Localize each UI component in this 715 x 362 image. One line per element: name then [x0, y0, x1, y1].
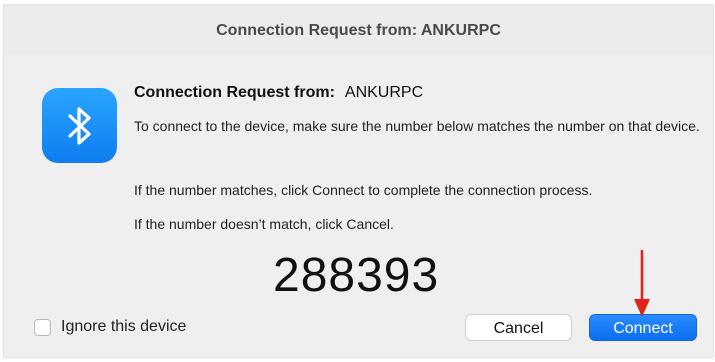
heading-label: Connection Request from: — [134, 84, 335, 101]
ignore-device-label[interactable]: Ignore this device — [61, 318, 186, 336]
ignore-device-option[interactable]: Ignore this device — [34, 318, 186, 336]
cancel-button[interactable]: Cancel — [465, 314, 572, 341]
bluetooth-glyph — [67, 106, 91, 145]
mismatch-instruction-text: If the number doesn’t match, click Cance… — [134, 216, 394, 232]
instruction-text: To connect to the device, make sure the … — [134, 118, 700, 134]
dialog-heading: Connection Request from: ANKURPC — [134, 84, 423, 102]
window-title: Connection Request from: ANKURPC — [216, 22, 501, 39]
ignore-device-checkbox[interactable] — [34, 318, 51, 336]
dialog-content: Connection Request from: ANKURPC To conne… — [4, 55, 713, 359]
passkey-number: 288393 — [273, 249, 440, 302]
dialog-window: Connection Request from: ANKURPC Connect… — [3, 4, 714, 359]
match-instruction-text: If the number matches, click Connect to … — [134, 182, 593, 198]
annotation-arrow-icon — [634, 249, 650, 317]
bluetooth-icon — [42, 88, 117, 163]
device-name: ANKURPC — [344, 84, 424, 101]
